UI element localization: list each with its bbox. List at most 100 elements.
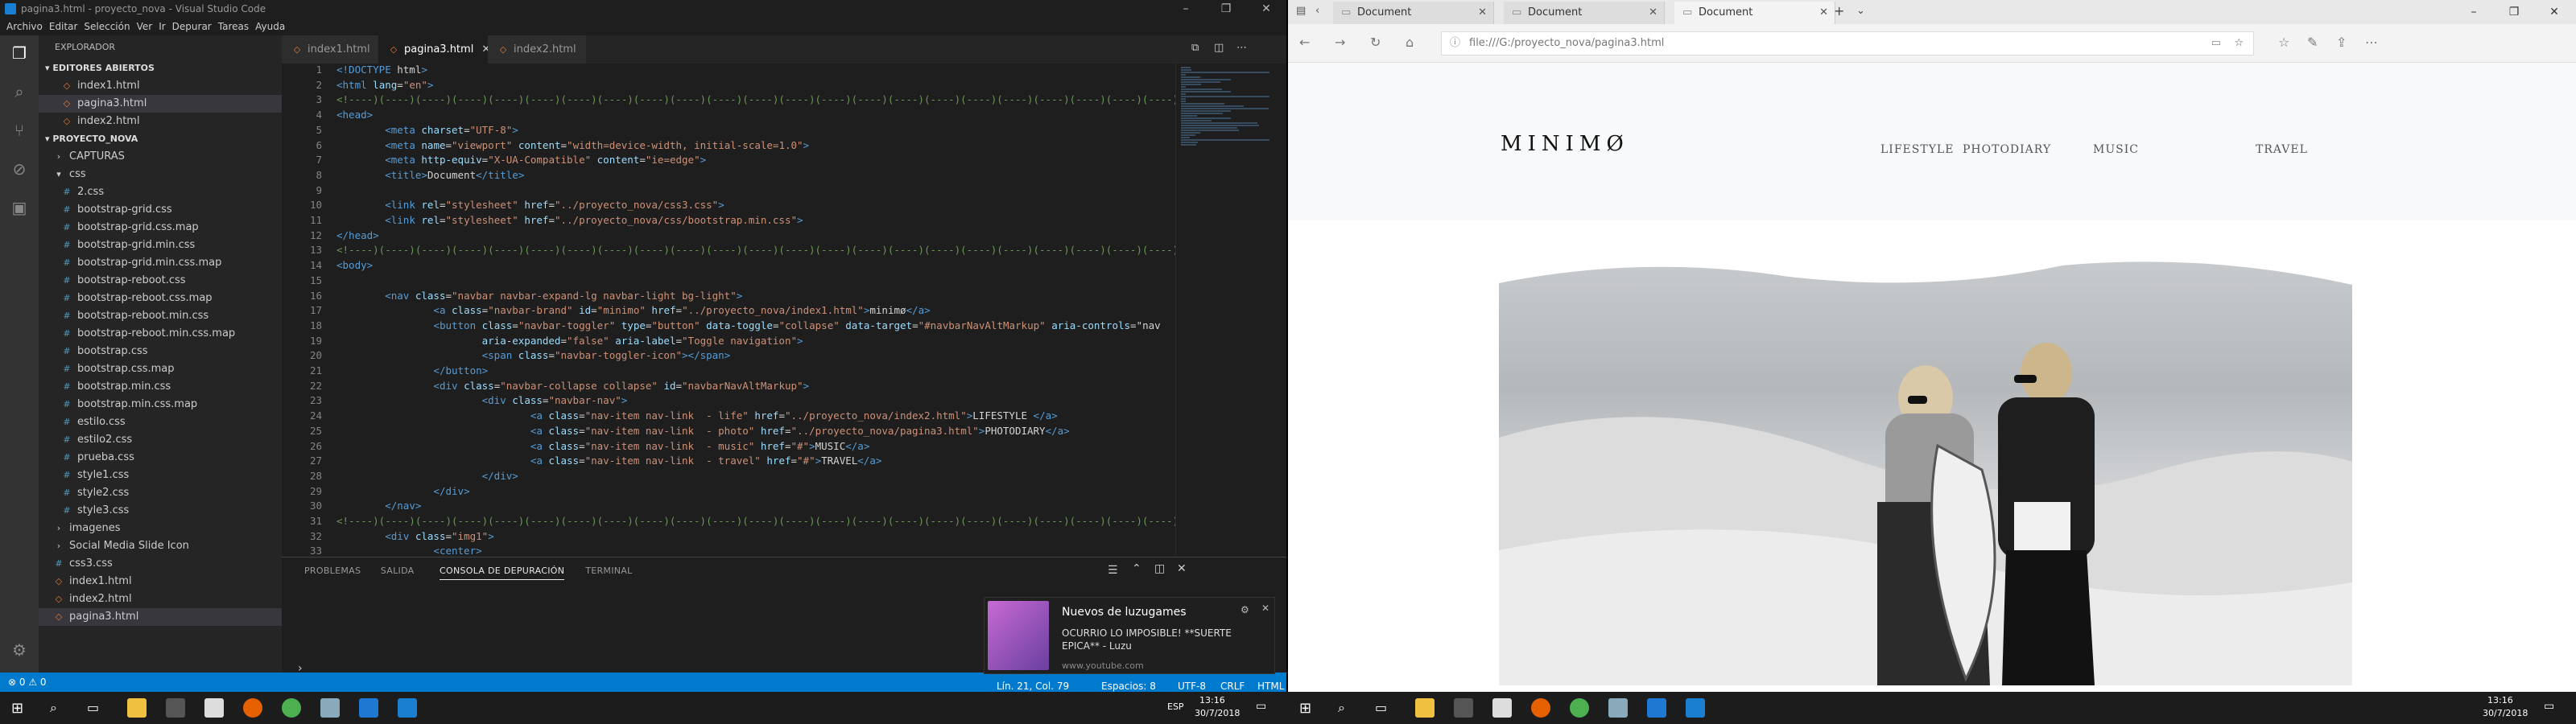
web-note-icon[interactable]: ✎ [2307, 35, 2318, 50]
settings-gear-icon[interactable]: ⚙ [10, 640, 29, 660]
more-options-icon[interactable]: ⋯ [2365, 35, 2378, 50]
tree-item[interactable]: # bootstrap.min.css [39, 378, 282, 396]
open-editor-item[interactable]: ◇ pagina3.html [39, 95, 282, 113]
panel-tab[interactable]: CONSOLA DE DEPURACIÓN [440, 566, 565, 580]
share-icon[interactable]: ⇪ [2336, 35, 2347, 50]
split-editor-icon[interactable]: ◫ [1214, 42, 1224, 54]
favorite-star-icon[interactable]: ☆ [2234, 32, 2244, 55]
store-icon[interactable] [166, 698, 185, 718]
menu-item[interactable]: Depurar [166, 18, 212, 32]
tree-item[interactable]: # style1.css [39, 467, 282, 484]
open-preview-icon[interactable]: ⧉ [1191, 42, 1199, 54]
language-indicator[interactable]: ESP [1167, 701, 1184, 712]
edge-icon[interactable] [359, 698, 378, 718]
chevron-up-icon[interactable]: ⌃ [1132, 562, 1141, 575]
firefox-icon[interactable] [243, 698, 262, 718]
chrome-icon-2[interactable] [1570, 698, 1589, 718]
source-control-icon[interactable]: ⑂ [10, 121, 29, 140]
editor-tab[interactable]: ◇ pagina3.html ✕ [378, 35, 501, 64]
task-view-icon[interactable]: ▭ [87, 700, 99, 715]
browser-tab[interactable]: ▭ Document ✕ [1333, 2, 1494, 24]
minimize-button[interactable]: – [1167, 0, 1204, 18]
close-window-button[interactable]: ✕ [1248, 0, 1285, 18]
tree-item[interactable]: # bootstrap-reboot.css [39, 272, 282, 290]
maximize-button[interactable]: ❐ [1208, 0, 1245, 18]
site-nav-link[interactable]: PHOTODIARY [1963, 143, 2051, 156]
menu-item[interactable]: Tareas [212, 18, 249, 32]
menu-item[interactable]: Ver [130, 18, 153, 32]
extensions-icon[interactable]: ▣ [10, 198, 29, 217]
status-item[interactable]: Lín. 21, Col. 79 [997, 681, 1069, 692]
tree-item[interactable]: # bootstrap-grid.min.css.map [39, 254, 282, 272]
site-nav-link[interactable]: LIFESTYLE [1880, 143, 1954, 156]
search-icon[interactable]: ⌕ [50, 700, 57, 716]
back-tabs-icon[interactable]: ‹ [1315, 5, 1319, 17]
browser-tab[interactable]: ▭ Document ✕ [1674, 2, 1835, 24]
url-input[interactable]: ⓘ file:///G:/proyecto_nova/pagina3.html … [1441, 31, 2254, 56]
forward-arrow-icon[interactable]: → [1335, 35, 1345, 50]
store-icon-2[interactable] [1454, 698, 1473, 718]
clock-date-2[interactable]: 30/7/2018 [2483, 708, 2528, 718]
close-icon[interactable]: ✕ [1261, 603, 1269, 614]
code-editor[interactable]: 1 <!DOCTYPE html> 2 <html lang="en"> 3 <!----… [282, 64, 1175, 557]
tab-preview-icon[interactable]: ▤ [1296, 5, 1306, 17]
site-brand-link[interactable]: MINIMØ [1501, 132, 1629, 156]
tree-item[interactable]: # bootstrap-reboot.min.css.map [39, 325, 282, 343]
status-item[interactable]: UTF-8 [1178, 681, 1206, 692]
edge-icon-2[interactable] [1647, 698, 1666, 718]
menu-item[interactable]: Ir [152, 18, 165, 32]
close-tab-icon[interactable]: ✕ [1649, 2, 1657, 24]
menu-item[interactable]: Editar [43, 18, 78, 32]
file-explorer-icon[interactable] [127, 698, 147, 718]
gear-icon[interactable]: ⚙ [1241, 604, 1249, 615]
site-nav-link[interactable]: TRAVEL [2256, 143, 2308, 156]
tree-item[interactable]: # style3.css [39, 502, 282, 520]
favorites-hub-icon[interactable]: ☆ [2278, 35, 2289, 50]
project-header[interactable]: ▾ PROYECTO_NOVA [39, 130, 282, 148]
menu-item[interactable]: Ayuda [249, 18, 285, 32]
status-item[interactable]: Espacios: 8 [1101, 681, 1156, 692]
panel-tab[interactable]: PROBLEMAS [304, 566, 361, 576]
panel-tab[interactable]: TERMINAL [585, 566, 632, 576]
new-tab-button[interactable]: + [1834, 3, 1844, 19]
tree-item[interactable]: › Social Media Slide Icon [39, 537, 282, 555]
home-icon[interactable]: ⌂ [1406, 35, 1414, 50]
explorer-icon[interactable]: ❐ [10, 43, 29, 63]
edge-minimize-button[interactable]: – [2455, 3, 2492, 21]
reading-view-icon[interactable]: ▭ [2211, 32, 2221, 55]
clock-date[interactable]: 30/7/2018 [1195, 708, 1240, 718]
editor-tab[interactable]: ◇ index2.html [488, 35, 586, 64]
tree-item[interactable]: # bootstrap.css.map [39, 360, 282, 378]
clock-time-2[interactable]: 13:16 [2487, 695, 2513, 705]
mail-icon-2[interactable] [1492, 698, 1512, 718]
close-panel-icon[interactable]: ✕ [1177, 562, 1187, 575]
tree-item[interactable]: ◇ index2.html [39, 590, 282, 608]
minimap[interactable] [1175, 64, 1280, 557]
edge-close-button[interactable]: ✕ [2536, 3, 2573, 21]
back-arrow-icon[interactable]: ← [1299, 35, 1310, 50]
open-editors-header[interactable]: ▾ EDITORES ABIERTOS [39, 60, 282, 77]
tree-item[interactable]: #2.css [39, 183, 282, 201]
start-windows-icon[interactable]: ⊞ [11, 700, 23, 717]
refresh-icon[interactable]: ↻ [1370, 35, 1381, 50]
tree-item[interactable]: ◇ index1.html [39, 573, 282, 590]
action-center-icon[interactable]: ▭ [1256, 700, 1266, 713]
tree-item[interactable]: # estilo2.css [39, 431, 282, 449]
vscode-taskbar-icon[interactable] [398, 698, 417, 718]
status-item[interactable]: HTML [1257, 681, 1284, 692]
task-view-icon-2[interactable]: ▭ [1375, 700, 1387, 715]
chrome-icon[interactable] [282, 698, 301, 718]
clock-time[interactable]: 13:16 [1199, 695, 1225, 705]
edge-maximize-button[interactable]: ❐ [2496, 3, 2533, 21]
tree-item[interactable]: › imagenes [39, 520, 282, 537]
editor-tab[interactable]: ◇ index1.html [282, 35, 380, 64]
tab-list-chevron-icon[interactable]: ⌄ [1856, 5, 1865, 17]
firefox-icon-2[interactable] [1531, 698, 1550, 718]
more-actions-icon[interactable]: ⋯ [1236, 42, 1247, 54]
app-icon[interactable] [320, 698, 340, 718]
tree-item[interactable]: # bootstrap.min.css.map [39, 396, 282, 413]
menu-item[interactable]: Archivo [0, 18, 43, 32]
tree-item[interactable]: # bootstrap-reboot.css.map [39, 290, 282, 307]
search-icon[interactable]: ⌕ [10, 82, 29, 101]
clear-console-icon[interactable]: ☰ [1108, 564, 1118, 577]
